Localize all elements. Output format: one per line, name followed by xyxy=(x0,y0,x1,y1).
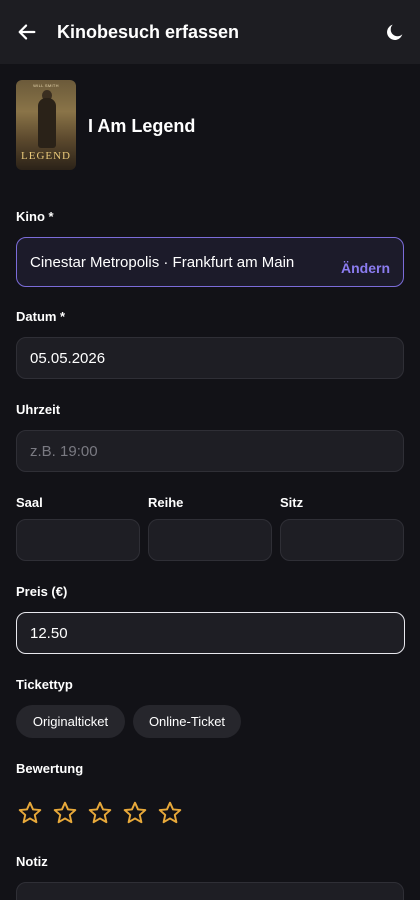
uhrzeit-field[interactable]: z.B. 19:00 xyxy=(16,430,404,472)
page-title: Kinobesuch erfassen xyxy=(57,22,240,42)
saal-field[interactable] xyxy=(16,519,140,561)
bewertung-label: Bewertung xyxy=(16,761,84,776)
back-button[interactable] xyxy=(14,19,40,45)
movie-title: I Am Legend xyxy=(88,116,196,136)
ticket-option-originalticket[interactable]: Originalticket xyxy=(16,705,125,738)
notiz-field[interactable] xyxy=(16,882,404,900)
poster-top-text: WILL SMITH xyxy=(33,83,59,88)
kino-label: Kino * xyxy=(16,209,54,224)
tickettyp-label: Tickettyp xyxy=(16,677,73,692)
ticket-option-online-ticket[interactable]: Online-Ticket xyxy=(133,705,241,738)
sitz-field[interactable] xyxy=(280,519,404,561)
uhrzeit-placeholder: z.B. 19:00 xyxy=(30,443,98,460)
star-2-icon[interactable] xyxy=(51,799,79,827)
datum-value: 05.05.2026 xyxy=(30,350,106,367)
moon-icon xyxy=(387,24,403,40)
app-bar: Kinobesuch erfassen xyxy=(0,0,420,64)
poster-figure xyxy=(38,98,56,148)
datum-field[interactable]: 05.05.2026 xyxy=(16,337,404,379)
star-3-icon[interactable] xyxy=(86,799,114,827)
preis-label: Preis (€) xyxy=(16,584,68,599)
star-1-icon[interactable] xyxy=(16,799,44,827)
reihe-field[interactable] xyxy=(148,519,272,561)
poster-title: LEGEND xyxy=(21,150,71,162)
sitz-label: Sitz xyxy=(280,495,304,510)
saal-label: Saal xyxy=(16,495,43,510)
reihe-label: Reihe xyxy=(148,495,184,510)
arrow-left-icon xyxy=(18,24,36,40)
movie-poster: WILL SMITH LEGEND xyxy=(16,80,76,170)
star-4-icon[interactable] xyxy=(121,799,149,827)
kino-field[interactable]: Cinestar Metropolis · Frankfurt am Main … xyxy=(16,237,404,287)
star-5-icon[interactable] xyxy=(156,799,184,827)
preis-value: 12.50 xyxy=(30,625,68,642)
preis-field[interactable]: 12.50 xyxy=(16,612,405,654)
datum-label: Datum * xyxy=(16,309,66,324)
kino-value: Cinestar Metropolis · Frankfurt am Main xyxy=(30,254,295,271)
change-kino-button[interactable]: Ändern xyxy=(341,259,390,277)
theme-toggle-button[interactable] xyxy=(382,19,408,45)
uhrzeit-label: Uhrzeit xyxy=(16,402,61,417)
notiz-label: Notiz xyxy=(16,854,48,869)
